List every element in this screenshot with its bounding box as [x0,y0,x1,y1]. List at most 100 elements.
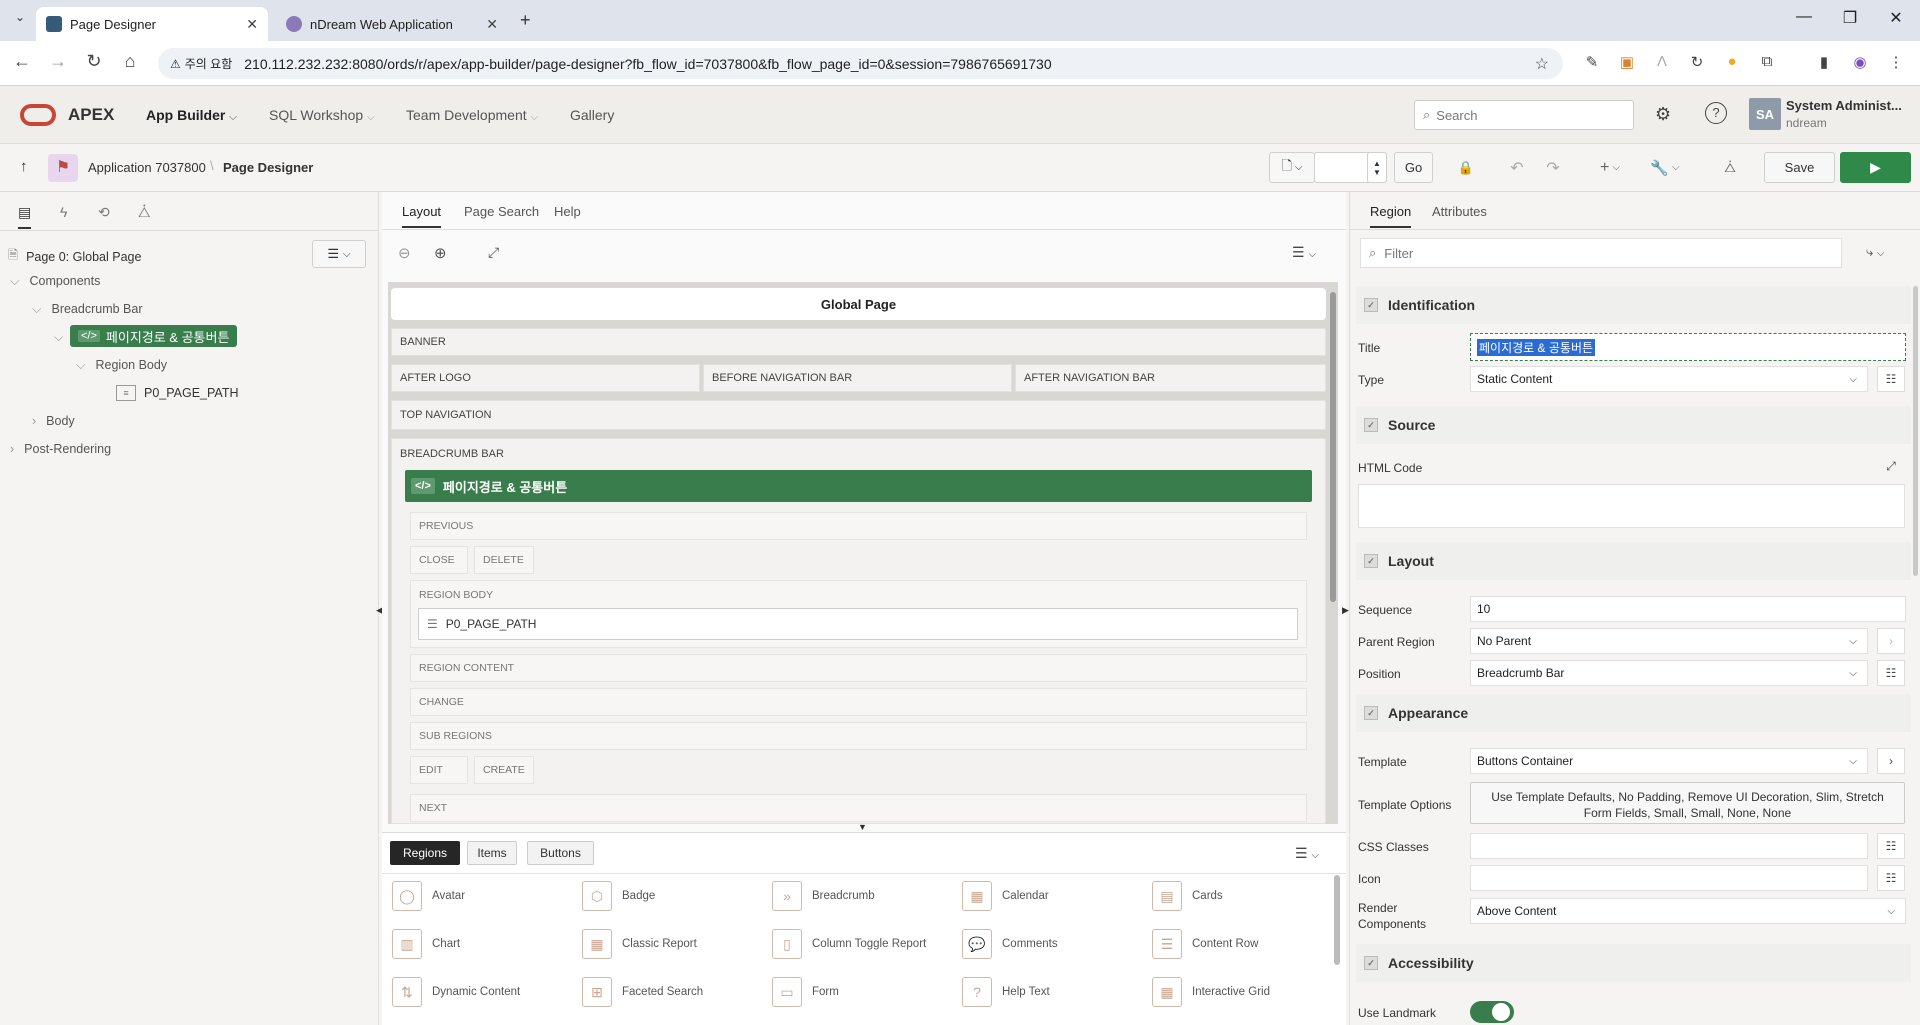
extension-refresh-icon[interactable]: ↻ [1687,53,1707,73]
template-select[interactable]: Buttons Container ⌵ [1470,748,1868,774]
sequence-input[interactable]: 10 [1470,596,1906,622]
breadcrumb-application[interactable]: Application 7037800 [88,160,206,175]
gallery-item-breadcrumb[interactable]: » Breadcrumb [772,881,875,911]
section-identification[interactable]: ✓ Identification [1356,286,1911,324]
gallery-splitter-handle[interactable]: ▼ [858,822,867,832]
filter-input[interactable]: ⌕ Filter [1360,238,1842,268]
dynamic-actions-tab-icon[interactable]: ϟ [60,204,67,220]
html-code-textarea[interactable] [1358,484,1905,528]
page-title-bar[interactable]: Global Page [391,288,1326,320]
up-arrow-icon[interactable]: ↑ [20,158,28,175]
gallery-scrollbar[interactable] [1334,875,1340,965]
css-classes-input[interactable] [1470,833,1868,859]
tree-node-components[interactable]: ⌵ Components [10,274,100,289]
rendering-tab-icon[interactable]: ▤ [18,204,32,229]
restore-button[interactable]: ❐ [1830,8,1870,28]
property-scrollbar[interactable] [1913,286,1918,576]
go-to-group-icon[interactable]: ⤷ ⌵ [1866,244,1885,260]
parent-region-select[interactable]: No Parent ⌵ [1470,628,1868,654]
gallery-item-column-toggle-report[interactable]: ▯ Column Toggle Report [772,929,926,959]
product-name[interactable]: APEX [68,105,114,125]
tab-attributes[interactable]: Attributes [1432,204,1487,219]
gallery-item-cards[interactable]: ▤ Cards [1152,881,1223,911]
region-header-selected[interactable]: </> 페이지경로 & 공통버튼 [405,470,1312,502]
expand-fullscreen-icon[interactable]: ⤢ [488,244,499,261]
slot-previous[interactable]: PREVIOUS [410,512,1307,540]
tab-region[interactable]: Region [1370,204,1412,228]
gallery-item-avatar[interactable]: ◯ Avatar [392,881,465,911]
slot-next[interactable]: NEXT [410,794,1307,822]
menu-team-development[interactable]: Team Development ⌵ [406,107,538,123]
render-components-select[interactable]: Above Content ⌵ [1470,898,1906,924]
position-select[interactable]: Breadcrumb Bar ⌵ [1470,660,1868,686]
gallery-item-dynamic-content[interactable]: ⇅ Dynamic Content [392,977,520,1007]
section-layout[interactable]: ✓ Layout [1356,542,1911,580]
gallery-item-form[interactable]: ▭ Form [772,977,839,1007]
new-tab-button[interactable]: + [520,10,531,31]
create-menu-button[interactable]: + ⌵ [1590,152,1630,183]
shared-components-tab-icon[interactable]: ⧊ [138,204,151,221]
type-select[interactable]: Static Content ⌵ [1470,366,1868,392]
gallery-item-interactive-grid[interactable]: ▦ Interactive Grid [1152,977,1270,1007]
page-number-stepper[interactable]: ▲ ▼ [1367,152,1387,183]
slot-after-logo[interactable]: AFTER LOGO [391,364,700,392]
slot-before-navigation-bar[interactable]: BEFORE NAVIGATION BAR [703,364,1012,392]
use-landmark-toggle[interactable] [1470,1001,1514,1023]
gallery-item-classic-report[interactable]: ▦ Classic Report [582,929,697,959]
icon-list-button[interactable]: ☷ [1877,865,1905,891]
tree-node-breadcrumb-bar[interactable]: ⌵ Breadcrumb Bar [32,302,143,317]
slot-after-navigation-bar[interactable]: AFTER NAVIGATION BAR [1015,364,1326,392]
help-icon[interactable]: ? [1705,102,1727,124]
template-goto-button[interactable]: › [1877,748,1905,774]
gallery-item-content-row[interactable]: ☰ Content Row [1152,929,1258,959]
menu-sql-workshop[interactable]: SQL Workshop ⌵ [269,107,375,123]
gallery-tab-regions[interactable]: Regions [390,841,460,865]
slot-banner[interactable]: BANNER [391,328,1326,356]
title-input[interactable]: 페이지경로 & 공통버튼 [1470,333,1906,361]
address-bar[interactable]: ⚠ 주의 요함 210.112.232.232:8080/ords/r/apex/… [158,48,1563,79]
gallery-item-chart[interactable]: ▥ Chart [392,929,460,959]
slot-top-navigation[interactable]: TOP NAVIGATION [391,400,1326,430]
menu-app-builder[interactable]: App Builder ⌵ [146,107,237,123]
section-source[interactable]: ✓ Source [1356,406,1911,444]
bookmark-star-icon[interactable]: ☆ [1535,54,1549,74]
gallery-item-badge[interactable]: ⬡ Badge [582,881,655,911]
user-name[interactable]: System Administ... [1786,98,1902,113]
side-panel-icon[interactable]: ▮ [1814,53,1834,73]
slot-region-content[interactable]: REGION CONTENT [410,654,1307,682]
extension-circle-icon[interactable]: ● [1722,53,1742,73]
icon-input[interactable] [1470,865,1868,891]
reload-button[interactable]: ↻ [82,51,106,72]
forward-button[interactable]: → [46,51,70,72]
open-code-editor-icon[interactable]: ⤢ [1877,454,1905,478]
gallery-item-help-text[interactable]: ? Help Text [962,977,1050,1007]
browser-menu-icon[interactable]: ⋮ [1886,53,1906,73]
back-button[interactable]: ← [10,51,34,72]
slot-edit[interactable]: EDIT [410,756,468,784]
template-options-button[interactable]: Use Template Defaults, No Padding, Remov… [1470,782,1905,824]
right-splitter-handle[interactable]: ▶ [1342,605,1349,616]
gallery-menu-icon[interactable]: ☰ ⌵ [1295,845,1319,862]
redo-button[interactable]: ↷ [1536,152,1570,183]
processing-tab-icon[interactable]: ⟲ [98,204,110,221]
parent-region-goto-button[interactable]: › [1877,628,1905,654]
position-list-button[interactable]: ☷ [1877,660,1905,686]
header-search-input[interactable]: ⌕ Search [1414,100,1634,130]
go-button[interactable]: Go [1394,152,1433,183]
type-list-button[interactable]: ☷ [1877,366,1905,392]
extension-box-icon[interactable]: ▣ [1617,53,1637,73]
expand-icon[interactable]: ⌵ [54,330,63,345]
slot-change[interactable]: CHANGE [410,688,1307,716]
minimize-button[interactable]: — [1784,8,1824,26]
shared-components-button[interactable]: ⧊ [1715,152,1745,183]
tab-help[interactable]: Help [554,204,581,219]
browser-tab-ndream[interactable]: nDream Web Application ✕ [276,7,508,41]
oracle-logo-icon[interactable] [20,104,56,126]
gallery-item-calendar[interactable]: ▦ Calendar [962,881,1049,911]
item-p0-page-path[interactable]: ☰ P0_PAGE_PATH [418,608,1298,640]
user-avatar[interactable]: SA [1749,98,1781,130]
gallery-tab-buttons[interactable]: Buttons [527,841,594,865]
browser-tab-page-designer[interactable]: Page Designer ✕ [36,7,268,41]
menu-gallery[interactable]: Gallery [570,107,614,123]
page-select-button[interactable]: 🗋 ⌵ [1269,152,1315,183]
